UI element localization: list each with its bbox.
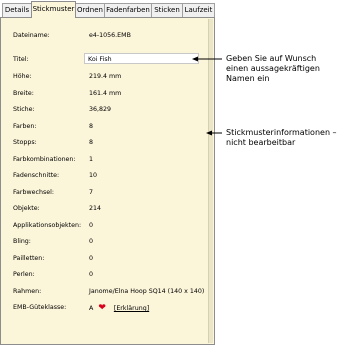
- info-callout-line-2: nicht bearbeitbar: [226, 138, 296, 147]
- title-callout-arrowhead: [192, 56, 198, 62]
- title-callout-line-3: Namen ein: [226, 74, 270, 83]
- info-callout-line-1: Stickmusterinformationen –: [226, 128, 337, 137]
- title-callout: Geben Sie auf Wunsch einen aussagekräfti…: [226, 54, 320, 84]
- tab-stickmuster[interactable]: Stickmuster: [31, 1, 76, 18]
- info-callout-arrowhead: [206, 130, 212, 136]
- title-callout-line-1: Geben Sie auf Wunsch: [226, 54, 317, 63]
- title-callout-line-2: einen aussagekräftigen: [226, 64, 320, 73]
- info-callout: Stickmusterinformationen – nicht bearbei…: [226, 128, 337, 148]
